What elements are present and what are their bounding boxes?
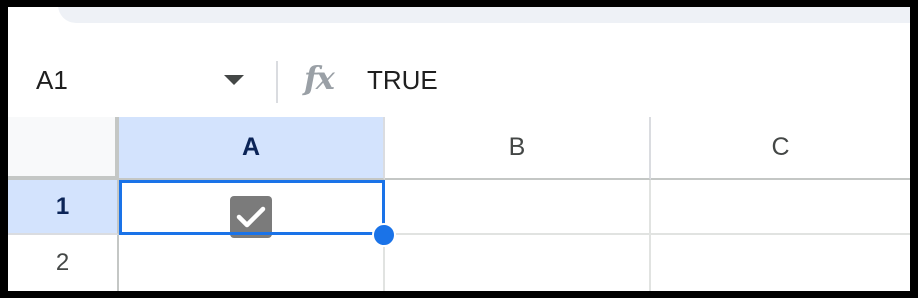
toolbar-pill	[58, 7, 910, 23]
formula-bar: A1 fx TRUE	[8, 45, 910, 117]
cell-c2[interactable]	[651, 235, 910, 291]
row-header-2[interactable]: 2	[8, 235, 119, 291]
column-header-c[interactable]: C	[651, 117, 910, 180]
toolbar-strip	[8, 7, 910, 45]
fx-icon: fx	[304, 59, 335, 97]
cell-a2[interactable]	[119, 235, 385, 291]
column-header-b[interactable]: B	[385, 117, 651, 180]
cell-b2[interactable]	[385, 235, 651, 291]
fill-handle[interactable]	[372, 223, 396, 247]
row-header-1[interactable]: 1	[8, 180, 119, 235]
cell-c1[interactable]	[651, 180, 910, 235]
column-header-a[interactable]: A	[119, 117, 385, 180]
chevron-down-icon[interactable]	[224, 75, 244, 85]
formula-bar-divider	[276, 61, 278, 103]
spreadsheet-window: A1 fx TRUE A B C 1 2	[8, 7, 910, 291]
cell-b1[interactable]	[385, 180, 651, 235]
sheet-grid: A B C 1 2	[8, 117, 910, 291]
checkbox[interactable]	[230, 196, 272, 238]
checkmark-icon	[236, 206, 266, 228]
select-all-corner[interactable]	[8, 117, 119, 180]
name-box[interactable]: A1	[36, 65, 68, 96]
formula-input[interactable]: TRUE	[367, 65, 438, 96]
